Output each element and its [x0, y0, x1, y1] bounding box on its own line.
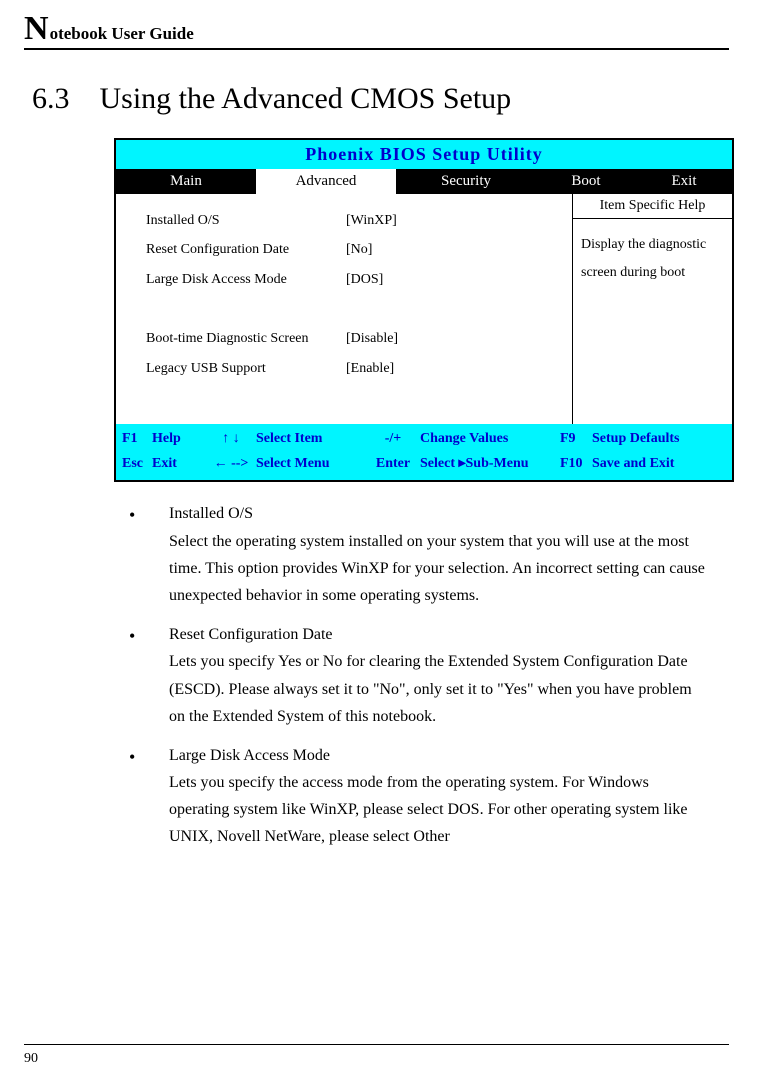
- footer-key: F10: [560, 451, 592, 476]
- setting-row[interactable]: Installed O/S [WinXP]: [146, 206, 572, 235]
- tab-boot[interactable]: Boot: [536, 169, 636, 194]
- setting-value: [WinXP]: [346, 206, 397, 235]
- list-item: Reset Configuration Date Lets you specif…: [129, 621, 711, 730]
- footer-label: Exit: [152, 451, 206, 476]
- list-item-body: Lets you specify Yes or No for clearing …: [169, 653, 692, 724]
- setting-label: Reset Configuration Date: [146, 235, 346, 264]
- list-item: Large Disk Access Mode Lets you specify …: [129, 742, 711, 851]
- bios-setup-screenshot: Phoenix BIOS Setup Utility Main Advanced…: [114, 138, 734, 482]
- bios-tab-row: Main Advanced Security Boot Exit: [116, 169, 732, 194]
- arrow-up-down-icon: ↑ ↓: [206, 426, 256, 451]
- list-item-title: Installed O/S: [169, 505, 253, 522]
- bios-help-panel: Item Specific Help Display the diagnosti…: [572, 194, 732, 424]
- footer-label: Select Menu: [256, 451, 366, 476]
- bios-title-bar: Phoenix BIOS Setup Utility: [116, 140, 732, 169]
- header-title: otebook User Guide: [50, 24, 194, 44]
- setting-label: Installed O/S: [146, 206, 346, 235]
- footer-label: Select Item: [256, 426, 366, 451]
- footer-label: Select ▸Sub-Menu: [420, 451, 560, 476]
- list-item-title: Reset Configuration Date: [169, 626, 333, 643]
- tab-exit[interactable]: Exit: [636, 169, 732, 194]
- section-heading: 6.3 Using the Advanced CMOS Setup: [32, 82, 729, 116]
- tab-main[interactable]: Main: [116, 169, 256, 194]
- setting-value: [Disable]: [346, 324, 398, 353]
- footer-label: Change Values: [420, 426, 560, 451]
- setting-label: Legacy USB Support: [146, 354, 346, 383]
- header-dropcap: N: [24, 10, 49, 48]
- tab-advanced[interactable]: Advanced: [256, 169, 396, 194]
- setting-label: Large Disk Access Mode: [146, 265, 346, 294]
- setting-row[interactable]: Reset Configuration Date [No]: [146, 235, 572, 264]
- section-number: 6.3: [32, 82, 70, 116]
- footer-label: Setup Defaults: [592, 426, 726, 451]
- setting-row[interactable]: Large Disk Access Mode [DOS]: [146, 265, 572, 294]
- list-item-body: Lets you specify the access mode from th…: [169, 774, 688, 845]
- page-header: N otebook User Guide: [24, 10, 729, 50]
- footer-row-2: Esc Exit ← --> Select Menu Enter Select …: [122, 451, 726, 476]
- footer-key: -/+: [366, 426, 420, 451]
- footer-row-1: F1 Help ↑ ↓ Select Item -/+ Change Value…: [122, 426, 726, 451]
- bios-settings-list: Installed O/S [WinXP] Reset Configuratio…: [116, 194, 572, 424]
- list-item: Installed O/S Select the operating syste…: [129, 500, 711, 609]
- footer-key: Enter: [366, 451, 420, 476]
- setting-value: [DOS]: [346, 265, 383, 294]
- bios-footer: F1 Help ↑ ↓ Select Item -/+ Change Value…: [116, 424, 732, 480]
- help-line: Display the diagnostic: [581, 231, 724, 259]
- footer-key: F9: [560, 426, 592, 451]
- list-item-body: Select the operating system installed on…: [169, 533, 705, 604]
- setting-value: [No]: [346, 235, 372, 264]
- page-number: 90: [24, 1044, 729, 1067]
- setting-value: [Enable]: [346, 354, 394, 383]
- bios-body: Installed O/S [WinXP] Reset Configuratio…: [116, 194, 732, 424]
- help-body: Display the diagnostic screen during boo…: [573, 219, 732, 299]
- help-line: screen during boot: [581, 259, 724, 287]
- section-title: Using the Advanced CMOS Setup: [100, 82, 512, 116]
- list-item-title: Large Disk Access Mode: [169, 747, 330, 764]
- arrow-left-right-icon: ← -->: [206, 451, 256, 476]
- footer-label: Help: [152, 426, 206, 451]
- tab-security[interactable]: Security: [396, 169, 536, 194]
- setting-row[interactable]: Legacy USB Support [Enable]: [146, 354, 572, 383]
- help-header: Item Specific Help: [573, 194, 732, 219]
- setting-label: Boot-time Diagnostic Screen: [146, 324, 346, 353]
- footer-key: Esc: [122, 451, 152, 476]
- footer-key: F1: [122, 426, 152, 451]
- body-content: Installed O/S Select the operating syste…: [129, 500, 711, 850]
- footer-label: Save and Exit: [592, 451, 726, 476]
- setting-row[interactable]: Boot-time Diagnostic Screen [Disable]: [146, 324, 572, 353]
